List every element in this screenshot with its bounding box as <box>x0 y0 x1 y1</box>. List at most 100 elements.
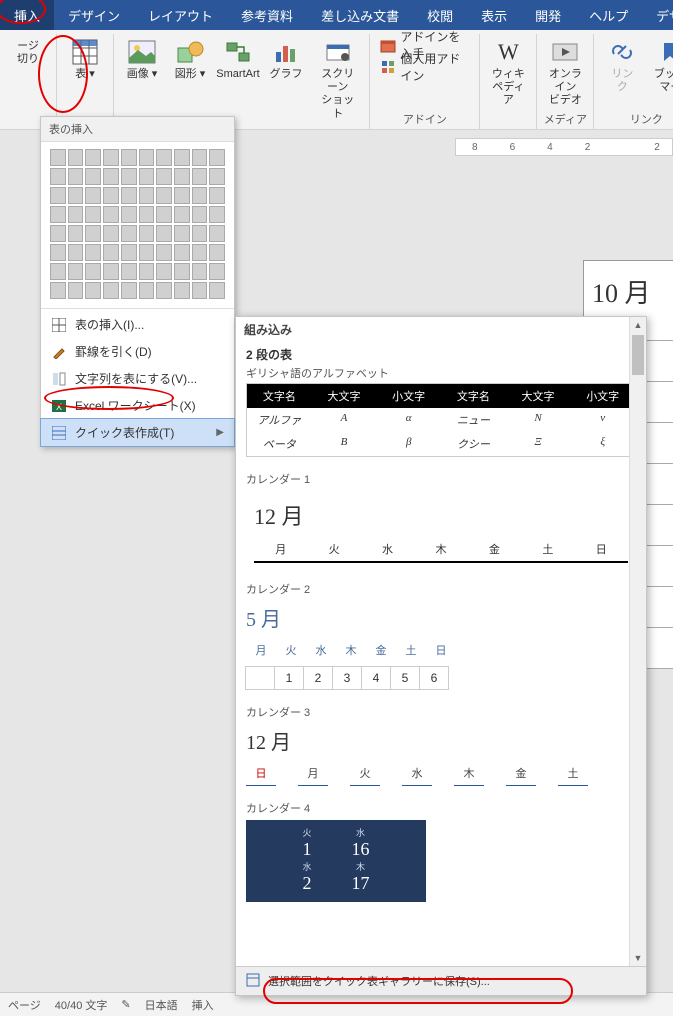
grid-cell[interactable] <box>121 263 137 280</box>
grid-cell[interactable] <box>121 225 137 242</box>
grid-cell[interactable] <box>139 282 155 299</box>
grid-cell[interactable] <box>121 282 137 299</box>
grid-cell[interactable] <box>139 149 155 166</box>
grid-cell[interactable] <box>68 149 84 166</box>
grid-cell[interactable] <box>68 187 84 204</box>
grid-cell[interactable] <box>192 263 208 280</box>
grid-cell[interactable] <box>156 282 172 299</box>
grid-cell[interactable] <box>85 244 101 261</box>
grid-cell[interactable] <box>192 225 208 242</box>
horizontal-ruler[interactable]: 864224 <box>455 138 673 156</box>
screenshot-button[interactable]: スクリーン ショット <box>310 34 365 129</box>
grid-cell[interactable] <box>209 168 225 185</box>
tab-insert[interactable]: 挿入 <box>0 0 54 30</box>
grid-cell[interactable] <box>156 149 172 166</box>
qt-calendar-1[interactable]: カレンダー 1 12 月 月火水木金土日 <box>236 467 646 577</box>
image-button[interactable]: 画像 ▾ <box>118 34 166 129</box>
grid-cell[interactable] <box>68 263 84 280</box>
grid-cell[interactable] <box>139 263 155 280</box>
grid-cell[interactable] <box>156 225 172 242</box>
grid-cell[interactable] <box>103 187 119 204</box>
grid-cell[interactable] <box>139 187 155 204</box>
chart-button[interactable]: グラフ <box>262 34 310 129</box>
menu-convert-text[interactable]: 文字列を表にする(V)... <box>41 365 234 392</box>
grid-cell[interactable] <box>174 168 190 185</box>
qt-two-column[interactable]: 2 段の表 ギリシャ語のアルファベット 文字名大文字小文字文字名大文字小文字 ア… <box>236 342 646 467</box>
grid-cell[interactable] <box>192 168 208 185</box>
grid-cell[interactable] <box>121 149 137 166</box>
grid-cell[interactable] <box>85 168 101 185</box>
grid-cell[interactable] <box>209 187 225 204</box>
grid-cell[interactable] <box>103 244 119 261</box>
page-break-button[interactable]: ージ 切り <box>4 34 52 129</box>
qt-calendar-3[interactable]: カレンダー 3 12 月 日月火水木金土 <box>236 700 646 796</box>
grid-cell[interactable] <box>174 263 190 280</box>
grid-cell[interactable] <box>103 263 119 280</box>
grid-cell[interactable] <box>192 244 208 261</box>
grid-cell[interactable] <box>156 244 172 261</box>
grid-cell[interactable] <box>192 206 208 223</box>
grid-cell[interactable] <box>139 168 155 185</box>
grid-cell[interactable] <box>174 244 190 261</box>
menu-excel-sheet[interactable]: X Excel ワークシート(X) <box>41 392 234 419</box>
grid-cell[interactable] <box>209 263 225 280</box>
grid-cell[interactable] <box>50 282 66 299</box>
grid-cell[interactable] <box>68 244 84 261</box>
flyout-scrollbar[interactable]: ▲ ▼ <box>629 317 646 967</box>
grid-cell[interactable] <box>156 187 172 204</box>
status-page[interactable]: ページ <box>8 997 41 1013</box>
tab-review[interactable]: 校閲 <box>413 0 467 30</box>
grid-cell[interactable] <box>85 206 101 223</box>
wikipedia-button[interactable]: W ウィキ ペディア <box>484 34 532 129</box>
grid-cell[interactable] <box>103 282 119 299</box>
grid-cell[interactable] <box>68 282 84 299</box>
grid-cell[interactable] <box>103 225 119 242</box>
grid-cell[interactable] <box>50 225 66 242</box>
qt-calendar-4[interactable]: カレンダー 4 火1 水16 水2 木17 <box>236 796 646 912</box>
tab-mailings[interactable]: 差し込み文書 <box>307 0 413 30</box>
tab-design[interactable]: デザイン <box>54 0 134 30</box>
tab-layout[interactable]: レイアウト <box>134 0 227 30</box>
grid-cell[interactable] <box>209 206 225 223</box>
smartart-button[interactable]: SmartArt <box>214 34 262 129</box>
link-button[interactable]: リン ク <box>598 34 646 111</box>
scroll-down-icon[interactable]: ▼ <box>630 950 646 967</box>
menu-insert-table[interactable]: 表の挿入(I)... <box>41 311 234 338</box>
grid-cell[interactable] <box>121 168 137 185</box>
grid-cell[interactable] <box>50 149 66 166</box>
grid-cell[interactable] <box>68 206 84 223</box>
grid-cell[interactable] <box>103 149 119 166</box>
grid-cell[interactable] <box>139 206 155 223</box>
grid-cell[interactable] <box>50 168 66 185</box>
tab-table-design[interactable]: デザイン <box>642 0 673 30</box>
grid-cell[interactable] <box>156 168 172 185</box>
grid-cell[interactable] <box>68 168 84 185</box>
grid-cell[interactable] <box>68 225 84 242</box>
online-video-button[interactable]: オンライン ビデオ <box>541 34 589 111</box>
grid-cell[interactable] <box>103 206 119 223</box>
table-size-grid[interactable] <box>41 142 234 306</box>
status-word-count[interactable]: 40/40 文字 <box>55 997 108 1013</box>
grid-cell[interactable] <box>174 282 190 299</box>
grid-cell[interactable] <box>209 225 225 242</box>
scroll-up-icon[interactable]: ▲ <box>630 317 646 334</box>
grid-cell[interactable] <box>174 225 190 242</box>
grid-cell[interactable] <box>139 244 155 261</box>
grid-cell[interactable] <box>209 244 225 261</box>
grid-cell[interactable] <box>209 149 225 166</box>
bookmark-button[interactable]: ブックマー <box>646 34 673 111</box>
grid-cell[interactable] <box>103 168 119 185</box>
tab-developer[interactable]: 開発 <box>521 0 575 30</box>
grid-cell[interactable] <box>156 263 172 280</box>
grid-cell[interactable] <box>121 206 137 223</box>
grid-cell[interactable] <box>50 206 66 223</box>
save-to-gallery[interactable]: 選択範囲をクイック表ギャラリーに保存(S)... <box>236 966 646 995</box>
menu-quick-tables[interactable]: クイック表作成(T) ▶ <box>40 418 235 447</box>
grid-cell[interactable] <box>50 244 66 261</box>
qt-calendar-2[interactable]: カレンダー 2 5 月 月火水木金土日 123456 <box>236 577 646 700</box>
grid-cell[interactable] <box>192 187 208 204</box>
shapes-button[interactable]: 図形 ▾ <box>166 34 214 129</box>
menu-draw-table[interactable]: 罫線を引く(D) <box>41 338 234 365</box>
my-addins-button[interactable]: 個人用アドイン <box>374 56 475 78</box>
grid-cell[interactable] <box>121 244 137 261</box>
